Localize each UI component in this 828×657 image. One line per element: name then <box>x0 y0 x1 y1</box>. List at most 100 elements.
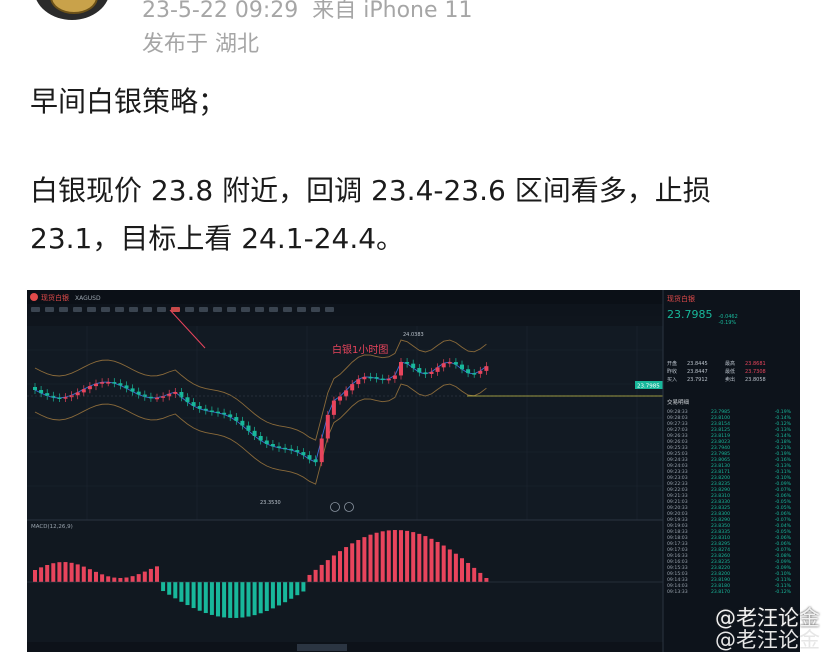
candle-body <box>33 387 37 390</box>
macd-bar <box>338 551 342 582</box>
macd-bar <box>362 537 367 582</box>
macd-label: MACD(12,26,9) <box>31 524 73 530</box>
candle-body <box>216 411 220 414</box>
macd-bar <box>87 569 92 582</box>
quote-cell: 卖出 <box>725 377 736 383</box>
post-paragraph-target: 23.1，目标上看 24.1-24.4。 <box>30 222 405 255</box>
macd-bar <box>57 562 62 582</box>
macd-bar <box>161 582 166 592</box>
timeframe-tab <box>269 307 278 312</box>
macd-bar <box>173 582 178 599</box>
macd-bar <box>368 534 373 582</box>
quote-panel: 现货白银 23.7985 -0.0462 -0.19% 开盘 23.8445 最高 2… <box>667 294 797 648</box>
post-source: 来自 iPhone 11 <box>312 0 473 23</box>
candle-body <box>118 383 123 386</box>
timeframe-tab <box>73 307 82 312</box>
candle-body <box>453 362 458 365</box>
quote-cell: 最低 <box>725 369 736 375</box>
macd-bar <box>258 582 263 614</box>
macd-bar <box>411 532 416 582</box>
macd-bar <box>234 582 239 618</box>
timeframe-tab <box>283 307 292 312</box>
quote-row: 昨收 23.8447 最低 23.7308 <box>667 368 797 376</box>
macd-bar <box>350 543 355 582</box>
symbol-name: 现货白银 <box>41 293 69 302</box>
macd-bar <box>185 582 190 606</box>
macd-bar <box>435 541 440 582</box>
timeframe-tab <box>129 307 138 312</box>
quote-cell: 23.8681 <box>745 361 766 367</box>
timeframe-tab <box>325 307 334 312</box>
timeframe-tab <box>45 307 54 312</box>
candle-body <box>423 372 428 374</box>
macd-bar <box>75 564 80 582</box>
macd-bar <box>313 569 318 582</box>
post-paragraph-title: 早间白银策略； <box>30 85 227 118</box>
tick-cell: -0.12% <box>774 590 791 595</box>
svg-text:23.7985: 23.7985 <box>637 384 660 390</box>
ticks-list[interactable]: 09:28:33 23.7985 -0.19% 09:28:03 23.8100 -0.1… <box>667 410 797 596</box>
tick-cell: 23.8170 <box>711 590 730 595</box>
macd-bar <box>392 530 397 582</box>
candle-body <box>106 382 111 384</box>
macd-bar <box>289 582 294 599</box>
candle-body <box>350 384 355 391</box>
macd-bar <box>124 577 129 582</box>
candle-body <box>222 412 227 415</box>
chart-screenshot[interactable]: 现货白银 XAGUSD 白银1小时图 23.3530 24.0383 23.79… <box>27 290 800 652</box>
candle-body <box>283 447 288 450</box>
candle-body <box>405 362 410 364</box>
candle-body <box>57 397 62 400</box>
candle-body <box>289 448 294 451</box>
quote-row: 开盘 23.8445 最高 23.8681 <box>667 360 797 368</box>
candle-body <box>374 377 379 379</box>
macd-bar <box>356 540 361 582</box>
candle-body <box>63 397 68 399</box>
macd-bar <box>325 560 330 582</box>
tick-row: 09:13:33 23.8170 -0.12% <box>667 590 797 596</box>
candle-body <box>441 363 446 368</box>
candle-body <box>313 459 318 463</box>
candle-body <box>392 375 397 379</box>
candle-body <box>161 396 166 398</box>
timeframe-tab <box>213 307 222 312</box>
macd-bar <box>112 577 117 582</box>
macd-bar <box>283 582 288 603</box>
candle-body <box>136 391 141 395</box>
candle-body <box>75 392 80 396</box>
tick-cell: 09:13:33 <box>667 590 688 595</box>
macd-bar <box>484 578 489 582</box>
candle-body <box>270 444 275 447</box>
macd-bar <box>478 572 483 582</box>
candle-body <box>209 410 214 413</box>
macd-bar <box>301 582 306 592</box>
candle-body <box>399 362 403 376</box>
quote-cell: 23.8058 <box>745 377 766 383</box>
candle-body <box>429 371 434 374</box>
macd-bar <box>33 570 37 582</box>
macd-bar <box>81 566 86 582</box>
macd-bar <box>252 582 257 616</box>
quote-cell: 开盘 <box>667 361 678 367</box>
candle-body <box>87 386 92 390</box>
macd-bar <box>307 574 312 582</box>
macd-bar <box>51 563 56 582</box>
symbol-flag-icon <box>30 293 38 301</box>
panel-change-pct: -0.19% <box>718 320 737 326</box>
candle-body <box>466 369 471 374</box>
macd-bar <box>142 571 147 582</box>
macd-bar <box>380 531 385 582</box>
macd-bar <box>209 582 214 615</box>
timeframe-tab <box>87 307 96 312</box>
quote-cell: 昨收 <box>667 369 678 375</box>
candle-body <box>112 382 117 384</box>
macd-bar <box>203 582 208 614</box>
post-location: 发布于 湖北 <box>142 32 259 57</box>
quote-cell: 最高 <box>725 361 736 367</box>
macd-bar <box>386 530 391 582</box>
macd-bar <box>423 536 428 582</box>
candle-body <box>368 376 373 379</box>
avatar[interactable] <box>34 0 110 20</box>
candle-body <box>277 446 281 448</box>
candle-body <box>197 406 202 409</box>
